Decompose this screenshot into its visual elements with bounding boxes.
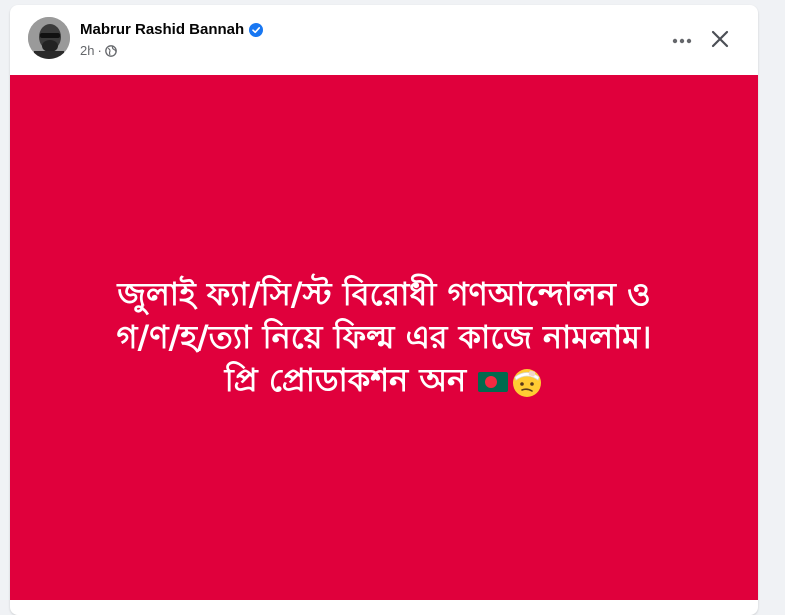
emoji-group xyxy=(477,366,543,398)
meta-separator: · xyxy=(97,43,102,58)
globe-icon[interactable] xyxy=(104,44,117,57)
close-button[interactable] xyxy=(702,21,738,57)
post-text-line-3-row: প্রি প্রোডাকশন অন xyxy=(34,359,734,402)
post-meta: 2h · xyxy=(80,43,117,58)
author-avatar[interactable] xyxy=(28,17,70,59)
author-name-row: Mabrur Rashid Bannah xyxy=(80,21,264,38)
face-with-head-bandage-icon xyxy=(513,369,542,397)
more-dots-icon xyxy=(672,38,692,44)
scrollbar-track[interactable] xyxy=(770,0,785,605)
avatar-photo xyxy=(28,17,70,59)
verified-badge-icon xyxy=(249,22,264,37)
close-icon xyxy=(711,30,729,48)
post-text-line-1: জুলাই ফ্যা/সি/স্ট বিরোধী গণআন্দোলন ও xyxy=(117,275,651,313)
flag-bangladesh-icon xyxy=(478,372,509,392)
post-time[interactable]: 2h xyxy=(80,43,94,58)
post-text-line-3: প্রি প্রোডাকশন অন xyxy=(224,361,467,399)
post-text: জুলাই ফ্যা/সি/স্ট বিরোধী গণআন্দোলন ও গ/ণ… xyxy=(34,273,734,402)
post-text-line-2: গ/ণ/হ/ত্যা নিয়ে ফিল্ম এর কাজে নামলাম। xyxy=(116,318,652,356)
post-header: Mabrur Rashid Bannah 2h · xyxy=(10,5,758,75)
post-background: জুলাই ফ্যা/সি/স্ট বিরোধী গণআন্দোলন ও গ/ণ… xyxy=(10,75,758,600)
post-card: Mabrur Rashid Bannah 2h · জুলাই ফ্যা/সি/… xyxy=(10,5,758,615)
author-name[interactable]: Mabrur Rashid Bannah xyxy=(80,21,244,38)
more-options-button[interactable] xyxy=(664,23,700,59)
